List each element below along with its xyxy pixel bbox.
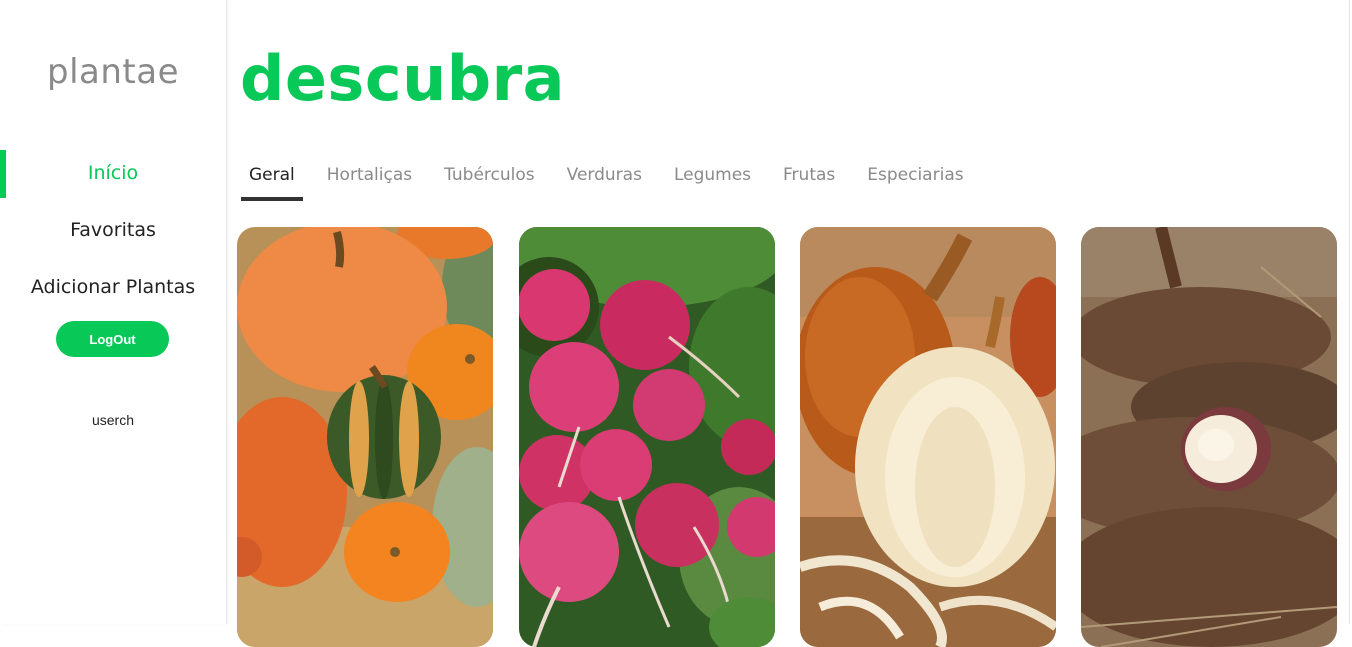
tab-frutas[interactable]: Frutas (775, 165, 843, 201)
tab-legumes[interactable]: Legumes (666, 165, 759, 201)
sidebar: plantae Início Favoritas Adicionar Plant… (0, 0, 227, 624)
plant-card-cassava[interactable] (1081, 227, 1337, 647)
category-tabs: Geral Hortaliças Tubérculos Verduras Leg… (241, 165, 988, 201)
tab-especiarias[interactable]: Especiarias (859, 165, 971, 201)
nav-item-adicionar-plantas[interactable]: Adicionar Plantas (0, 276, 226, 298)
plant-card-onion[interactable] (800, 227, 1056, 647)
plant-card-radishes[interactable] (519, 227, 775, 647)
onion-photo (800, 227, 1056, 647)
tab-geral[interactable]: Geral (241, 165, 303, 201)
logout-button[interactable]: LogOut (56, 321, 169, 357)
tab-verduras[interactable]: Verduras (559, 165, 650, 201)
app-logo: plantae (47, 52, 179, 92)
page-divider (1349, 0, 1350, 624)
username-label: userch (91, 412, 135, 428)
plant-card-pumpkins[interactable] (237, 227, 493, 647)
pumpkins-photo (237, 227, 493, 647)
radishes-photo (519, 227, 775, 647)
nav-item-favoritas[interactable]: Favoritas (0, 219, 226, 241)
tab-hortalicas[interactable]: Hortaliças (319, 165, 420, 201)
page-title: descubra (240, 42, 566, 115)
cassava-photo (1081, 227, 1337, 647)
tab-tuberculos[interactable]: Tubérculos (436, 165, 543, 201)
nav-item-inicio[interactable]: Início (0, 162, 226, 184)
